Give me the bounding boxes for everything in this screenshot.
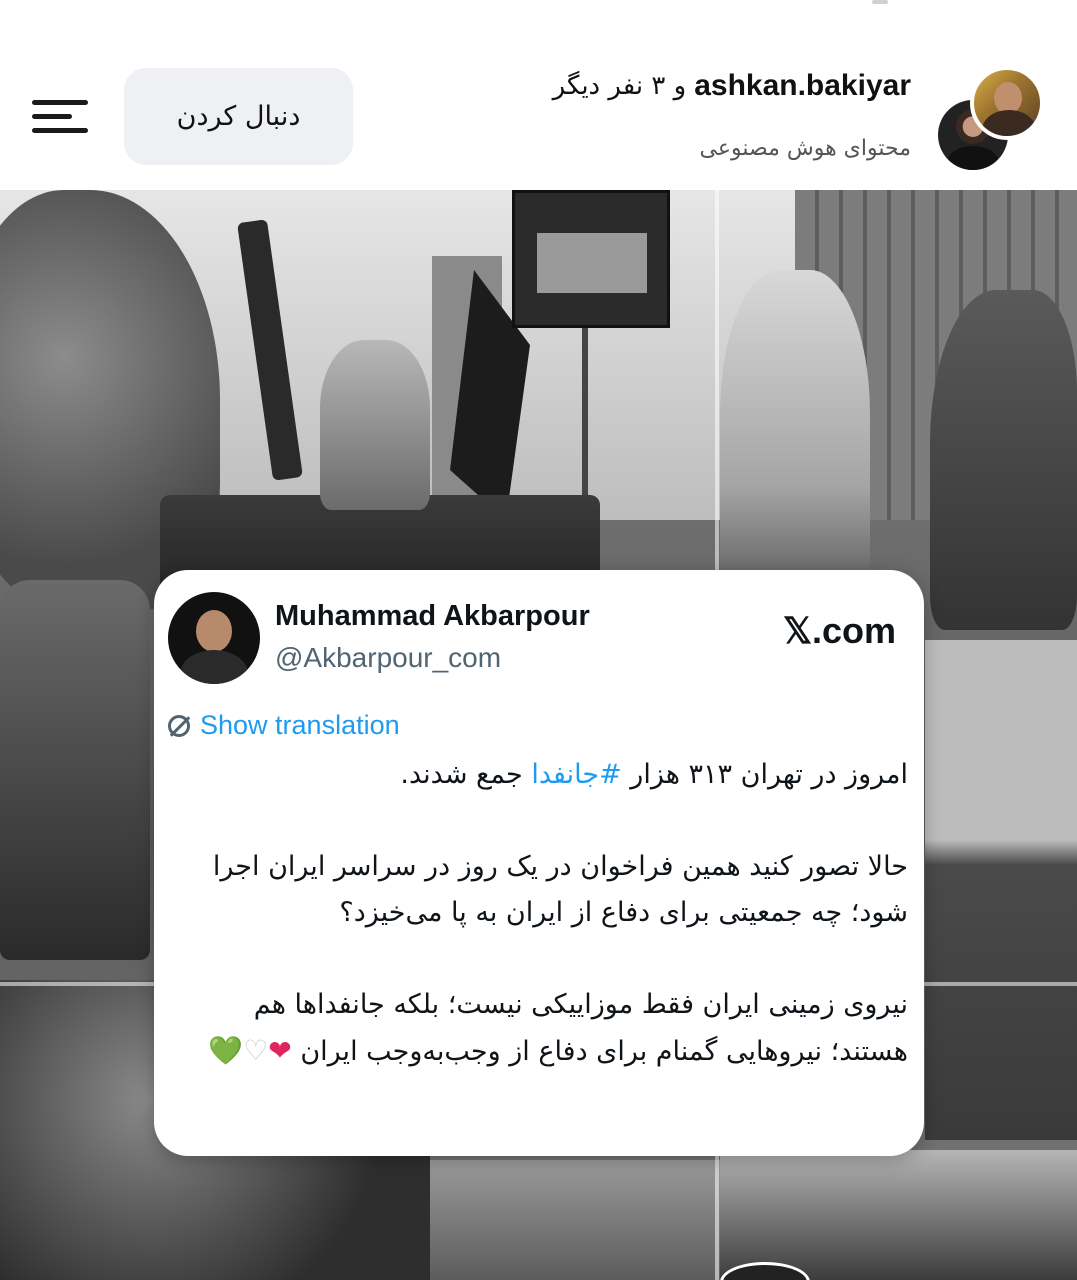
photo-soldier xyxy=(930,290,1077,630)
post-header: دنبال کردن و ۳ نفر دیگر ashkan.bakiyar م… xyxy=(0,0,1077,190)
tweet-text-segment: نیروی زمینی ایران فقط موزاییکی نیست؛ بلک… xyxy=(253,989,908,1067)
photo-tile xyxy=(430,1160,720,1280)
green-heart-icon: 💚 xyxy=(208,1034,244,1067)
photo-motorcycle xyxy=(0,580,150,960)
photo-soldier xyxy=(320,340,430,510)
translate-icon xyxy=(168,714,190,737)
hashtag-link: #جانفدا xyxy=(531,759,622,790)
tweet-paragraph: نیروی زمینی ایران فقط موزاییکی نیست؛ بلک… xyxy=(168,982,908,1075)
tweet-author-handle: @Akbarpour_com xyxy=(275,642,502,673)
tweet-text-segment: جمع شدند. xyxy=(400,759,532,790)
photo-tile xyxy=(720,1150,1077,1280)
author-avatar[interactable] xyxy=(970,66,1044,140)
tweet-text-segment: امروز در تهران ۳۱۳ هزار xyxy=(621,759,908,790)
show-translation-link[interactable]: Show translation xyxy=(168,710,400,741)
status-mark xyxy=(872,0,888,4)
photo-tile xyxy=(925,640,1077,1140)
tweet-card: Muhammad Akbarpour @Akbarpour_com 𝕏.com … xyxy=(154,570,924,1156)
tweet-paragraph: امروز در تهران ۳۱۳ هزار #جانفدا جمع شدند… xyxy=(168,752,908,798)
tweet-author-name: Muhammad Akbarpour xyxy=(275,600,590,632)
post-author-line: و ۳ نفر دیگر ashkan.bakiyar xyxy=(553,64,911,108)
x-logo: 𝕏.com xyxy=(782,610,896,651)
ai-content-label: محتوای هوش مصنوعی xyxy=(699,136,911,161)
tweet-author-avatar xyxy=(168,592,260,684)
tweet-paragraph: حالا تصور کنید همین فراخوان در یک روز در… xyxy=(212,851,908,928)
show-translation-label: Show translation xyxy=(200,710,400,740)
follow-button[interactable]: دنبال کردن xyxy=(124,68,353,165)
hamburger-menu-icon[interactable] xyxy=(28,96,92,140)
author-username[interactable]: ashkan.bakiyar xyxy=(694,69,911,103)
others-count-label[interactable]: و ۳ نفر دیگر xyxy=(553,71,687,101)
red-heart-icon: ❤ xyxy=(268,1034,292,1067)
white-heart-icon: ♡ xyxy=(243,1034,269,1067)
tweet-text: امروز در تهران ۳۱۳ هزار #جانفدا جمع شدند… xyxy=(168,752,908,1075)
photo-sign xyxy=(512,190,670,328)
